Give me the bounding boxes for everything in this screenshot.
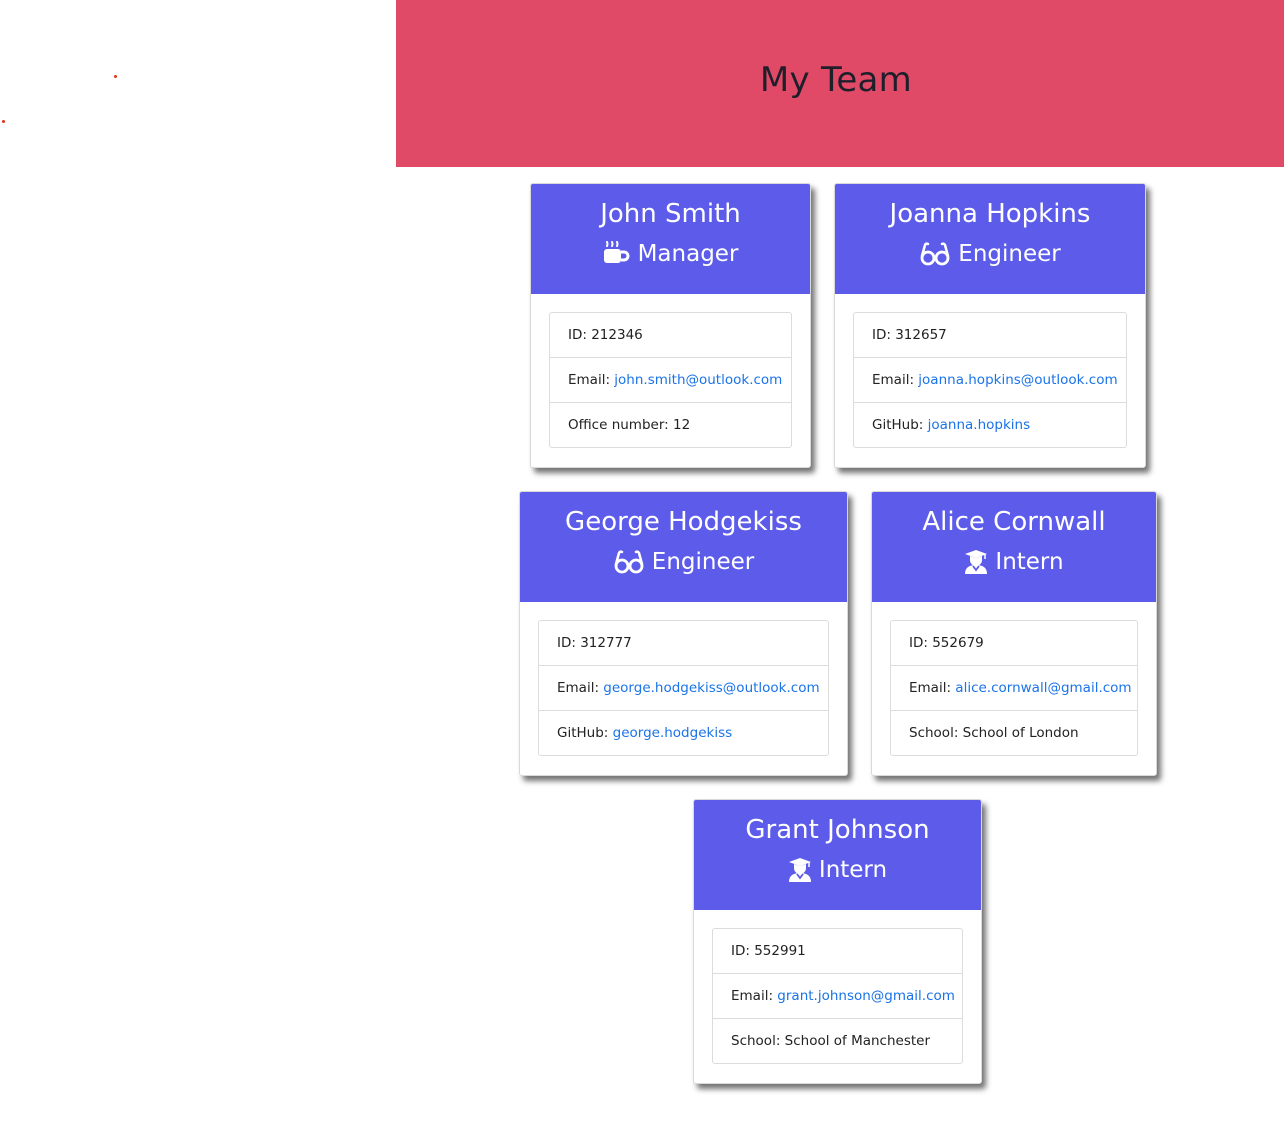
- page: My Team John Smith Manager ID: 212346 Em…: [0, 0, 1284, 1144]
- id-value: 552991: [754, 943, 806, 959]
- card-body: ID: 212346 Email: john.smith@outlook.com…: [531, 294, 810, 467]
- email-row: Email: george.hodgekiss@outlook.com: [539, 665, 828, 710]
- employee-name: Joanna Hopkins: [889, 199, 1091, 229]
- employee-role: Engineer: [835, 239, 1145, 269]
- school-row: School: School of London: [891, 710, 1137, 755]
- card-body: ID: 312657 Email: joanna.hopkins@outlook…: [835, 294, 1145, 467]
- stray-dot: [114, 75, 117, 78]
- id-row: ID: 552679: [891, 621, 1137, 665]
- office-value: 12: [673, 417, 691, 433]
- github-row: GitHub: joanna.hopkins: [854, 402, 1126, 447]
- email-link[interactable]: john.smith@outlook.com: [614, 372, 782, 388]
- email-label: Email:: [872, 372, 919, 388]
- graduate-icon: [964, 549, 988, 575]
- office-label: Office number:: [568, 417, 673, 433]
- employee-card: John Smith Manager ID: 212346 Email: joh…: [530, 183, 811, 468]
- card-body: ID: 312777 Email: george.hodgekiss@outlo…: [520, 602, 847, 775]
- card-body: ID: 552991 Email: grant.johnson@gmail.co…: [694, 910, 981, 1083]
- school-label: School:: [909, 725, 963, 741]
- email-link[interactable]: joanna.hopkins@outlook.com: [918, 372, 1117, 388]
- info-list: ID: 312657 Email: joanna.hopkins@outlook…: [853, 312, 1127, 448]
- id-row: ID: 312657: [854, 313, 1126, 357]
- page-header: My Team: [396, 0, 1284, 167]
- email-link[interactable]: george.hodgekiss@outlook.com: [603, 680, 819, 696]
- info-list: ID: 312777 Email: george.hodgekiss@outlo…: [538, 620, 829, 756]
- info-list: ID: 552991 Email: grant.johnson@gmail.co…: [712, 928, 963, 1064]
- employee-role: Intern: [872, 547, 1156, 577]
- email-row: Email: john.smith@outlook.com: [550, 357, 791, 402]
- id-value: 552679: [932, 635, 984, 651]
- school-value: School of Manchester: [784, 1033, 931, 1049]
- graduate-icon: [788, 857, 812, 883]
- page-title: My Team: [759, 59, 913, 100]
- id-label: ID:: [557, 635, 581, 651]
- email-row: Email: grant.johnson@gmail.com: [713, 973, 962, 1018]
- employee-name: John Smith: [600, 199, 741, 229]
- info-list: ID: 212346 Email: john.smith@outlook.com…: [549, 312, 792, 448]
- card-header: Alice Cornwall Intern: [872, 492, 1156, 602]
- email-label: Email:: [731, 988, 778, 1004]
- email-row: Email: joanna.hopkins@outlook.com: [854, 357, 1126, 402]
- card-header: George Hodgekiss Engineer: [520, 492, 847, 602]
- role-label: Manager: [637, 241, 739, 267]
- github-row: GitHub: george.hodgekiss: [539, 710, 828, 755]
- id-row: ID: 552991: [713, 929, 962, 973]
- github-label: GitHub:: [872, 417, 928, 433]
- github-link[interactable]: george.hodgekiss: [613, 725, 733, 741]
- employee-card: Grant Johnson Intern ID: 552991 Email: g…: [693, 799, 982, 1084]
- glasses-icon: [919, 242, 951, 266]
- id-value: 312777: [580, 635, 632, 651]
- id-label: ID:: [731, 943, 755, 959]
- office-row: Office number: 12: [550, 402, 791, 447]
- school-row: School: School of Manchester: [713, 1018, 962, 1063]
- email-row: Email: alice.cornwall@gmail.com: [891, 665, 1137, 710]
- coffee-mug-icon: [603, 241, 631, 267]
- email-link[interactable]: grant.johnson@gmail.com: [777, 988, 955, 1004]
- employee-name: Grant Johnson: [745, 815, 930, 845]
- stray-dot: [2, 120, 5, 123]
- id-row: ID: 312777: [539, 621, 828, 665]
- info-list: ID: 552679 Email: alice.cornwall@gmail.c…: [890, 620, 1138, 756]
- employee-name: Alice Cornwall: [922, 507, 1106, 537]
- role-label: Engineer: [651, 549, 755, 575]
- card-header: Grant Johnson Intern: [694, 800, 981, 910]
- school-value: School of London: [962, 725, 1079, 741]
- school-label: School:: [731, 1033, 785, 1049]
- github-label: GitHub:: [557, 725, 613, 741]
- glasses-icon: [613, 550, 645, 574]
- employee-role: Manager: [531, 239, 810, 269]
- id-label: ID:: [872, 327, 896, 343]
- role-label: Engineer: [958, 241, 1061, 267]
- employee-card: Joanna Hopkins Engineer ID: 312657 Email…: [834, 183, 1146, 468]
- id-value: 312657: [895, 327, 947, 343]
- id-row: ID: 212346: [550, 313, 791, 357]
- id-label: ID:: [568, 327, 592, 343]
- employee-role: Engineer: [520, 547, 847, 577]
- email-link[interactable]: alice.cornwall@gmail.com: [955, 680, 1131, 696]
- email-label: Email:: [568, 372, 615, 388]
- id-label: ID:: [909, 635, 933, 651]
- email-label: Email:: [909, 680, 956, 696]
- id-value: 212346: [591, 327, 643, 343]
- employee-role: Intern: [694, 855, 981, 885]
- employee-card: George Hodgekiss Engineer ID: 312777 Ema…: [519, 491, 848, 776]
- employee-card: Alice Cornwall Intern ID: 552679 Email: …: [871, 491, 1157, 776]
- card-header: Joanna Hopkins Engineer: [835, 184, 1145, 294]
- email-label: Email:: [557, 680, 604, 696]
- github-link[interactable]: joanna.hopkins: [928, 417, 1031, 433]
- card-header: John Smith Manager: [531, 184, 810, 294]
- role-label: Intern: [995, 549, 1064, 575]
- card-body: ID: 552679 Email: alice.cornwall@gmail.c…: [872, 602, 1156, 775]
- role-label: Intern: [818, 857, 888, 883]
- employee-name: George Hodgekiss: [565, 507, 802, 537]
